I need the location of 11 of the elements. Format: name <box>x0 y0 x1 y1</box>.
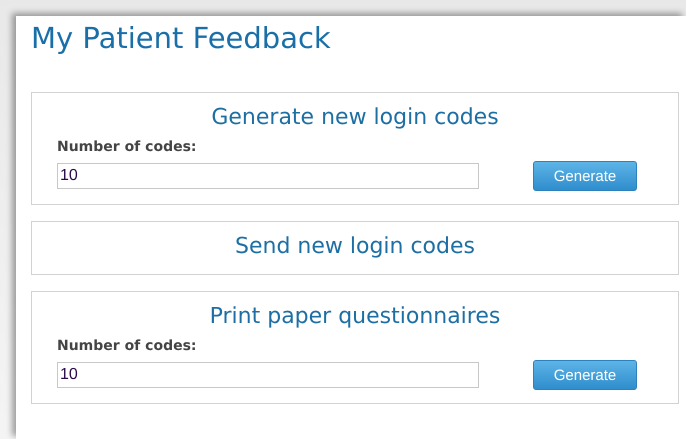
generate-button[interactable]: Generate <box>533 161 637 191</box>
section-heading: Print paper questionnaires <box>208 303 502 331</box>
field-label: Number of codes: <box>57 138 197 157</box>
field-label: Number of codes: <box>57 337 197 356</box>
section-heading: Send new login codes <box>234 233 476 261</box>
page-title: My Patient Feedback <box>31 20 331 56</box>
generate-button[interactable]: Generate <box>533 360 637 390</box>
number-field[interactable]: 10 <box>57 163 479 189</box>
section-heading: Generate new login codes <box>210 104 500 132</box>
number-field[interactable]: 10 <box>57 362 479 388</box>
section-panel[interactable]: Send new login codes <box>31 221 679 275</box>
